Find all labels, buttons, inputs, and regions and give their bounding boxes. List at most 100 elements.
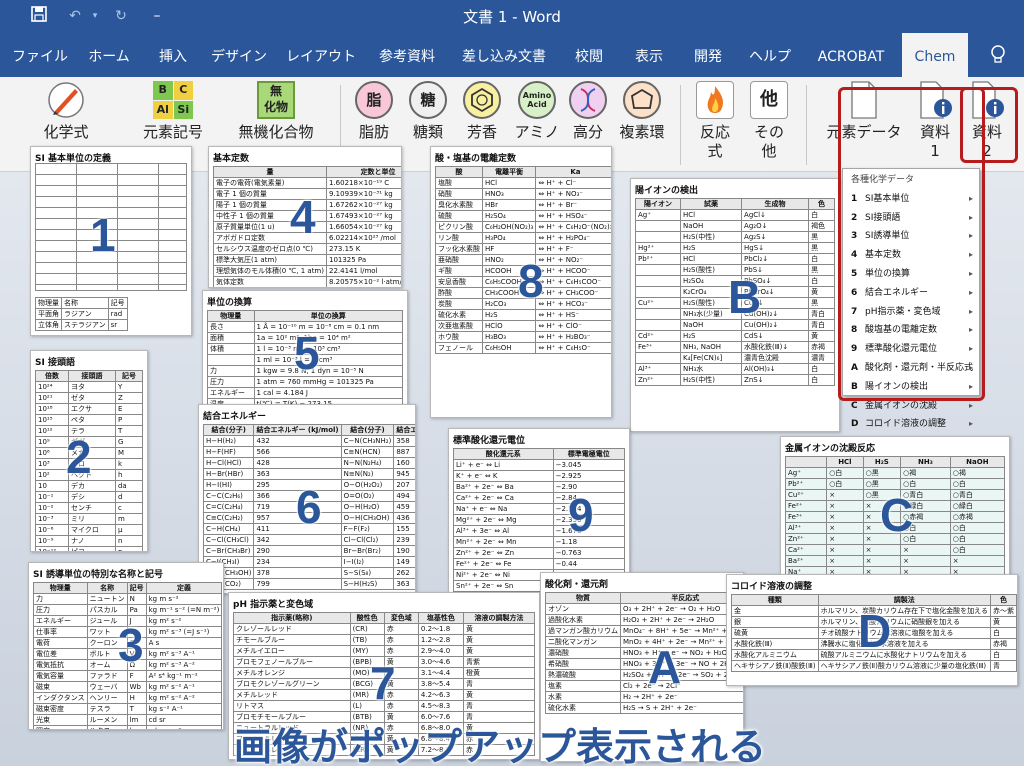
flame-icon xyxy=(696,81,734,119)
table-cell: ○白 xyxy=(949,478,1006,490)
table-row: Al³⁺ + 3e⁻ ⇔ Al −1.676 xyxy=(453,525,626,537)
ribbon-separator xyxy=(680,85,681,165)
table-cell: C−Cl(CH₃Cl) xyxy=(202,534,255,546)
table-cell: × xyxy=(862,544,902,556)
table-cell: センチ xyxy=(68,502,116,514)
sugar-button[interactable]: 糖 糖類 xyxy=(406,81,450,142)
table-cell: 黄 xyxy=(808,330,835,342)
table-cell: ピコ xyxy=(68,546,116,551)
menu-item-5[interactable]: 5 単位の換算 ▸ xyxy=(843,265,979,284)
material-2-button[interactable]: 資料 2 xyxy=(964,81,1010,161)
table-row: 水素 H₂ → 2H⁺ + 2e⁻ xyxy=(545,691,743,703)
table-cell: h xyxy=(114,469,144,481)
tab-developer[interactable]: 開発 xyxy=(684,33,732,77)
table-cell: 水酸化鉄(Ⅲ) xyxy=(731,638,819,650)
menu-item-2[interactable]: 2 SI接頭語 ▸ xyxy=(843,209,979,228)
table-cell: Cu²⁺ xyxy=(784,489,828,501)
table-cell: H xyxy=(126,692,147,704)
menu-item-4[interactable]: 4 基本定数 ▸ xyxy=(843,246,979,265)
tab-design[interactable]: デザイン xyxy=(204,33,274,77)
sugar-icon: 糖 xyxy=(409,81,447,119)
table-cell: E xyxy=(114,403,144,415)
menu-item-6[interactable]: 6 結合エネルギー ▸ xyxy=(843,284,979,303)
table-cell: 342 xyxy=(253,534,342,546)
table-cell: 黒 xyxy=(808,264,835,276)
table-cell: 3.8〜5.4 xyxy=(417,678,464,690)
menu-item-b[interactable]: B 陽イオンの検出 ▸ xyxy=(843,378,979,397)
table-row: Mn²⁺ + 2e⁻ ⇔ Mn −1.18 xyxy=(453,536,626,548)
table-cell: 3.1〜4.4 xyxy=(417,667,464,679)
material-1-button[interactable]: 資料 1 xyxy=(912,81,958,161)
lightbulb-icon[interactable] xyxy=(980,33,1016,77)
tab-mailings[interactable]: 差し込み文書 xyxy=(452,33,556,77)
table-cell: ペタ xyxy=(68,414,116,426)
menu-item-8[interactable]: 8 酸塩基の電離定数 ▸ xyxy=(843,321,979,340)
table-cell: 10⁻⁶ xyxy=(34,524,70,536)
table-cell: (TB) xyxy=(349,634,385,646)
polymer-button[interactable]: 高分 xyxy=(566,81,610,142)
table-cell: H₃PO₄ xyxy=(481,232,537,244)
table-cell: ホルマリン、炭酸カリウム存在下で塩化金酸を加える xyxy=(817,605,991,617)
tab-review[interactable]: 校閲 xyxy=(566,33,612,77)
table-cell: HClO xyxy=(481,320,537,332)
tab-chem[interactable]: Chem xyxy=(902,33,968,77)
heterocycle-button[interactable]: 複素環 xyxy=(614,81,670,142)
tab-view[interactable]: 表示 xyxy=(624,33,674,77)
table-cell: ホウ酸 xyxy=(435,331,483,343)
table-cell: Na⁺ + e⁻ ⇔ Na xyxy=(453,503,554,515)
element-symbol-button[interactable]: B C Al Si 元素記号 xyxy=(138,81,208,142)
table-cell: da xyxy=(114,480,144,492)
menu-item-label: SI誘導単位 xyxy=(865,231,910,242)
tab-layout[interactable]: レイアウト xyxy=(280,33,362,77)
table-cell: ⇔ H⁺ + HCOO⁻ xyxy=(535,265,611,277)
table-cell: H−F(HF) xyxy=(202,446,255,458)
table-cell: H−Cl(HCl) xyxy=(202,457,255,469)
table-cell: 標準大気圧(1 atm) xyxy=(213,254,327,266)
table-row: H−H(H₂) 432 C−N(CH₃NH₂) 358 xyxy=(202,435,415,447)
table-cell: 熱濃硫酸 xyxy=(545,669,621,681)
fat-button[interactable]: 脂 脂肪 xyxy=(352,81,396,142)
menu-item-7[interactable]: 7 pH指示薬・変色域 ▸ xyxy=(843,303,979,322)
table-cell xyxy=(635,319,681,331)
tab-home[interactable]: ホーム xyxy=(78,33,140,77)
table-cell: − xyxy=(1015,660,1017,672)
tab-file[interactable]: ファイル xyxy=(8,33,72,77)
table-cell: 硫酸 xyxy=(435,210,483,222)
element-data-button[interactable]: 元素データ xyxy=(824,81,904,142)
table-row: Zn²⁺ + 2e⁻ ⇔ Zn −0.763 xyxy=(453,547,626,559)
amino-acid-button[interactable]: Amino Acid アミノ xyxy=(512,81,562,142)
table-cell: 電子の電荷(電気素量) xyxy=(213,177,327,189)
other-button[interactable]: 他 その 他 xyxy=(746,81,792,161)
table-cell: 電位差 xyxy=(33,648,88,660)
menu-item-3[interactable]: 3 SI誘導単位 ▸ xyxy=(843,227,979,246)
table-cell: O=O(O₂) xyxy=(340,490,395,502)
menu-item-a[interactable]: A 酸化剤・還元剤・半反応式 ▸ xyxy=(843,359,979,378)
table-cell: 硝酸 xyxy=(435,188,483,200)
menu-item-label: SI基本単位 xyxy=(865,193,910,204)
table-cell: 494 xyxy=(393,490,415,502)
tab-help[interactable]: ヘルプ xyxy=(742,33,798,77)
aromatic-button[interactable]: 芳香 xyxy=(460,81,504,142)
tab-acrobat[interactable]: ACROBAT xyxy=(808,33,894,77)
table-cell: C=C(C₂H₄) xyxy=(202,501,255,513)
table-cell: T xyxy=(126,703,147,715)
table-cell: 白 xyxy=(808,209,835,221)
reaction-button[interactable]: 反応 式 xyxy=(690,81,740,161)
chemical-formula-button[interactable]: 化学式 xyxy=(34,81,98,142)
table-cell: ○白 xyxy=(949,533,1006,545)
table-cell: + xyxy=(1015,638,1017,650)
menu-item-9[interactable]: 9 標準酸化還元電位 ▸ xyxy=(843,340,979,359)
menu-item-1[interactable]: 1 SI基本単位 ▸ xyxy=(843,190,979,209)
table-cell: ヨタ xyxy=(68,381,116,393)
inorganic-compound-button[interactable]: 無 化物 無機化合物 xyxy=(234,81,318,142)
table-cell: 155 xyxy=(393,523,415,535)
table-cell: O−O(H₂O₂) xyxy=(340,479,395,491)
table-cell: C≡N(HCN) xyxy=(340,446,395,458)
menu-item-d[interactable]: D コロイド溶液の調整 ▸ xyxy=(843,415,979,434)
table-cell: 10⁻³ xyxy=(34,513,70,525)
tab-insert[interactable]: 挿入 xyxy=(148,33,198,77)
menu-item-c[interactable]: C 金属イオンの沈殿 ▸ xyxy=(843,397,979,416)
tab-references[interactable]: 参考資料 xyxy=(368,33,446,77)
table-cell: Br−Br(Br₂) xyxy=(340,545,395,557)
chevron-right-icon: ▸ xyxy=(968,306,973,316)
